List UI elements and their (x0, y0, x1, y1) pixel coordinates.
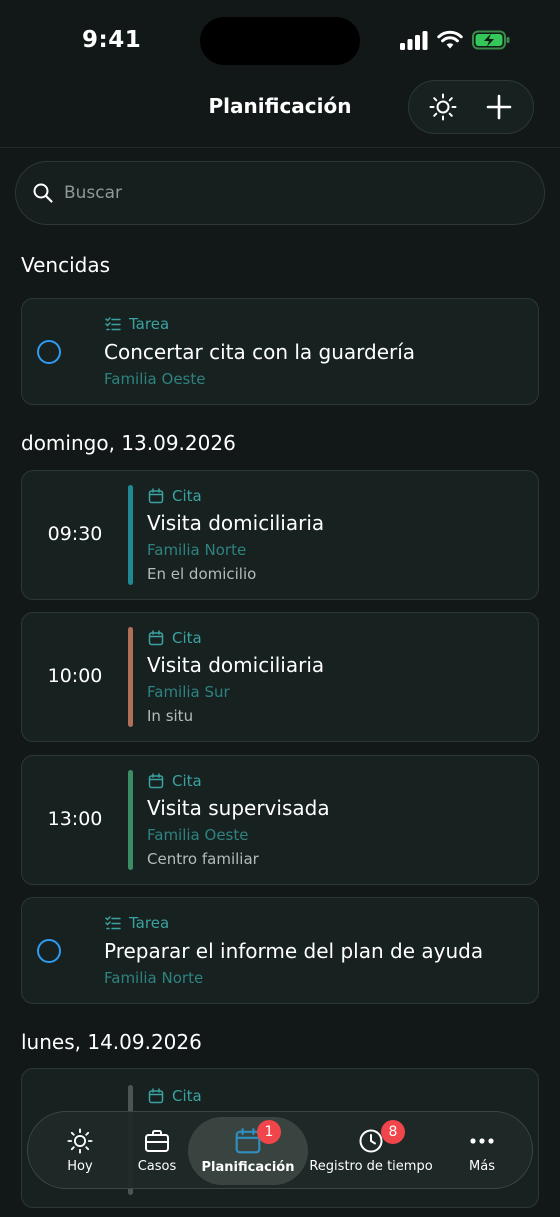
calendar-icon (148, 488, 164, 504)
appointment-kind: Cita (148, 772, 202, 790)
task-checkbox[interactable] (37, 939, 61, 963)
task-card[interactable]: Tarea Preparar el informe del plan de ay… (21, 897, 539, 1004)
task-card[interactable]: Tarea Concertar cita con la guardería Fa… (21, 298, 539, 405)
tab-planning[interactable]: Planificación (188, 1112, 308, 1190)
checklist-icon (105, 317, 121, 331)
signal-icon (400, 31, 428, 50)
task-kind: Tarea (105, 315, 169, 333)
appointment-time: 10:00 (47, 665, 103, 687)
appointment-card[interactable]: 09:30 Cita Visita domiciliaria Familia Nort… (21, 470, 539, 600)
appointment-kind: Cita (148, 629, 202, 647)
sun-icon (429, 93, 457, 121)
tab-cases[interactable]: Casos (117, 1112, 197, 1190)
task-kind-label: Tarea (129, 914, 170, 932)
nav-header: Planificación (0, 80, 560, 148)
add-button[interactable] (477, 85, 521, 129)
battery-charging-icon (472, 30, 510, 50)
wifi-icon (437, 30, 463, 49)
appointment-kind-label: Cita (172, 1087, 202, 1105)
tab-badge: 1 (257, 1120, 281, 1144)
search-bar[interactable] (15, 161, 545, 225)
calendar-icon (148, 773, 164, 789)
appointment-accent-bar (128, 485, 133, 585)
appointment-title: Visita domiciliaria (147, 653, 325, 677)
task-kind: Tarea (105, 914, 169, 932)
appointment-location: Centro familiar (147, 850, 259, 868)
tab-more[interactable]: Más (442, 1112, 522, 1190)
sun-icon (67, 1128, 93, 1154)
task-title: Concertar cita con la guardería (104, 340, 416, 364)
tab-bar: Hoy Casos Planificación 1 Registro de ti… (27, 1111, 533, 1189)
task-checkbox[interactable] (37, 340, 61, 364)
appointment-card[interactable]: 10:00 Cita Visita domiciliaria Familia Sur I… (21, 612, 539, 742)
plus-icon (486, 94, 512, 120)
appointment-title: Visita supervisada (147, 796, 330, 820)
calendar-icon (148, 1088, 164, 1104)
status-time: 9:41 (82, 27, 142, 53)
tab-label: Registro de tiempo (309, 1159, 433, 1174)
appointment-location: In situ (147, 707, 194, 725)
briefcase-icon (145, 1130, 169, 1152)
task-kind-label: Tarea (129, 315, 170, 333)
appointment-location: En el domicilio (147, 565, 257, 583)
appointment-card[interactable]: 13:00 Cita Visita supervisada Familia Oeste… (21, 755, 539, 885)
task-family: Familia Oeste (104, 370, 206, 388)
dynamic-island (200, 17, 360, 65)
tab-label: Más (469, 1159, 495, 1174)
appointment-title: Visita domiciliaria (147, 511, 325, 535)
tab-time-tracking[interactable]: Registro de tiempo (309, 1112, 433, 1190)
checklist-icon (105, 916, 121, 930)
appointment-family: Familia Oeste (147, 826, 249, 844)
section-title-overdue: Vencidas (21, 253, 111, 277)
appointment-kind: Cita (148, 1087, 202, 1105)
appointment-kind-label: Cita (172, 772, 202, 790)
appointment-kind-label: Cita (172, 629, 202, 647)
tab-label: Casos (137, 1159, 177, 1174)
tab-today[interactable]: Hoy (40, 1112, 120, 1190)
section-title-sunday: domingo, 13.09.2026 (21, 431, 236, 455)
status-icons (400, 30, 510, 50)
appointment-time: 09:30 (47, 523, 103, 545)
appointment-family: Familia Sur (147, 683, 230, 701)
theme-toggle-button[interactable] (421, 85, 465, 129)
status-bar: 9:41 (0, 0, 560, 80)
tab-badge: 8 (381, 1120, 405, 1144)
appointment-accent-bar (128, 770, 133, 870)
more-dots-icon (470, 1138, 494, 1144)
task-family: Familia Norte (104, 969, 204, 987)
appointment-kind-label: Cita (172, 487, 202, 505)
tab-label: Planificación (201, 1160, 295, 1175)
header-actions (408, 80, 534, 134)
appointment-time: 13:00 (47, 808, 103, 830)
appointment-accent-bar (128, 627, 133, 727)
search-input[interactable] (64, 183, 504, 203)
appointment-kind: Cita (148, 487, 202, 505)
appointment-family: Familia Norte (147, 541, 247, 559)
search-icon (33, 183, 53, 203)
section-title-monday: lunes, 14.09.2026 (21, 1030, 202, 1054)
tab-label: Hoy (67, 1159, 93, 1174)
task-title: Preparar el informe del plan de ayuda (104, 939, 484, 963)
calendar-icon (148, 630, 164, 646)
